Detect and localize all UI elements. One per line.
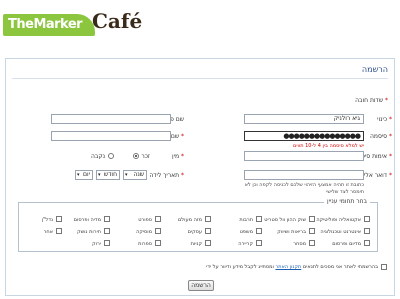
interest-label: בריאות ושיווק [277,228,306,235]
required-note: * שדות חובה [355,97,388,104]
password-confirm-input[interactable] [244,151,364,161]
password-label: * סיסמה [369,133,392,140]
interest-label: אינטרנט וטכנולוגיה [320,228,361,235]
gender-male-radio[interactable] [133,153,139,159]
interest-label: ספורט [138,216,152,223]
interest-label: אקטואליה ופוליטיקה [316,216,361,223]
birth-month-select[interactable]: ▾ חודש [96,170,120,180]
birth-day-select[interactable]: ▾ יום [75,170,93,180]
interest-checkbox[interactable] [364,216,370,222]
password-hint: יש למלא סיסמה בין 4 ל-10 תווים [293,143,364,149]
birth-year-select[interactable]: ▾ שנה [123,170,147,180]
interest-checkbox[interactable] [56,216,62,222]
gender-female-label: נקבה [90,153,105,160]
birth-date-label: * תאריך לידה [149,172,184,179]
interest-label: מסחר [293,240,306,247]
interest-checkbox[interactable] [309,216,315,222]
interests-legend: בחר תחומי עניין [324,198,370,205]
interest-label: אחר [43,228,53,235]
chevron-down-icon: ▾ [77,172,80,178]
nickname-input[interactable]: גיא רולניק [244,114,364,124]
logo-themarker[interactable]: TheMarker [8,17,83,32]
interest-checkbox[interactable] [56,228,62,234]
interest-label: ירוק [92,240,101,247]
page-title: הרשמה [361,65,388,74]
title-divider [12,78,388,79]
interest-checkbox[interactable] [364,240,370,246]
interest-checkbox[interactable] [104,216,110,222]
terms-text: בהרשמתי לאתר אני מסכים לתנאים תקנון האתר… [206,264,378,270]
interest-label: נדל"ן [41,216,53,223]
interest-checkbox[interactable] [364,228,370,234]
email-note: כתובת זו תהיה אמצעי הזיהוי שלכם לכניסה ל… [244,182,364,195]
interest-checkbox[interactable] [155,216,161,222]
interest-checkbox[interactable] [205,240,211,246]
gender-female-radio[interactable] [108,153,114,159]
interest-checkbox[interactable] [256,240,262,246]
nickname-label: * כינוי [377,116,392,123]
interest-label: מדיה ופרסום [73,216,101,223]
interest-checkbox[interactable] [309,240,315,246]
interest-label: שוק ההון וול סטריט [264,216,306,223]
first-name-input[interactable] [51,114,171,124]
required-star: * [385,97,388,104]
interest-checkbox[interactable] [104,228,110,234]
interest-checkbox[interactable] [256,228,262,234]
interest-label: ספרות [138,240,152,247]
interest-checkbox[interactable] [104,240,110,246]
interest-checkbox[interactable] [256,216,262,222]
interest-label: קניות [190,240,202,247]
required-note-text: שדות חובה [355,97,384,104]
interest-label: משפט [239,228,253,235]
site-header: TheMarker Café [0,0,400,50]
interest-checkbox[interactable] [155,228,161,234]
chevron-down-icon: ▾ [125,172,128,178]
terms-link[interactable]: תקנון האתר [275,264,301,270]
chevron-down-icon: ▾ [98,172,101,178]
gender-male-label: זכר [141,153,150,160]
logo-cafe[interactable]: Café [92,9,142,33]
interest-checkbox[interactable] [155,240,161,246]
last-name-input[interactable] [51,131,171,141]
interest-label: קריירה [238,240,253,247]
password-input[interactable]: ●●●●●●●●●●●●●●● [244,131,364,141]
interest-checkbox[interactable] [205,228,211,234]
terms-checkbox[interactable] [381,264,387,270]
interest-checkbox[interactable] [205,216,211,222]
interest-label: מזה מעולם [177,216,202,223]
interest-label: מוסיקה [136,228,152,235]
interest-label: מדיום ופרסום [332,240,361,247]
interest-checkbox[interactable] [309,228,315,234]
interest-label: תרבות [239,216,253,223]
register-button[interactable]: הרשמה [188,280,214,291]
email-input[interactable] [244,170,364,180]
interest-label: עסקים [187,228,202,235]
gender-label: * מין [172,153,184,160]
interest-label: חירות נושק [77,228,101,235]
